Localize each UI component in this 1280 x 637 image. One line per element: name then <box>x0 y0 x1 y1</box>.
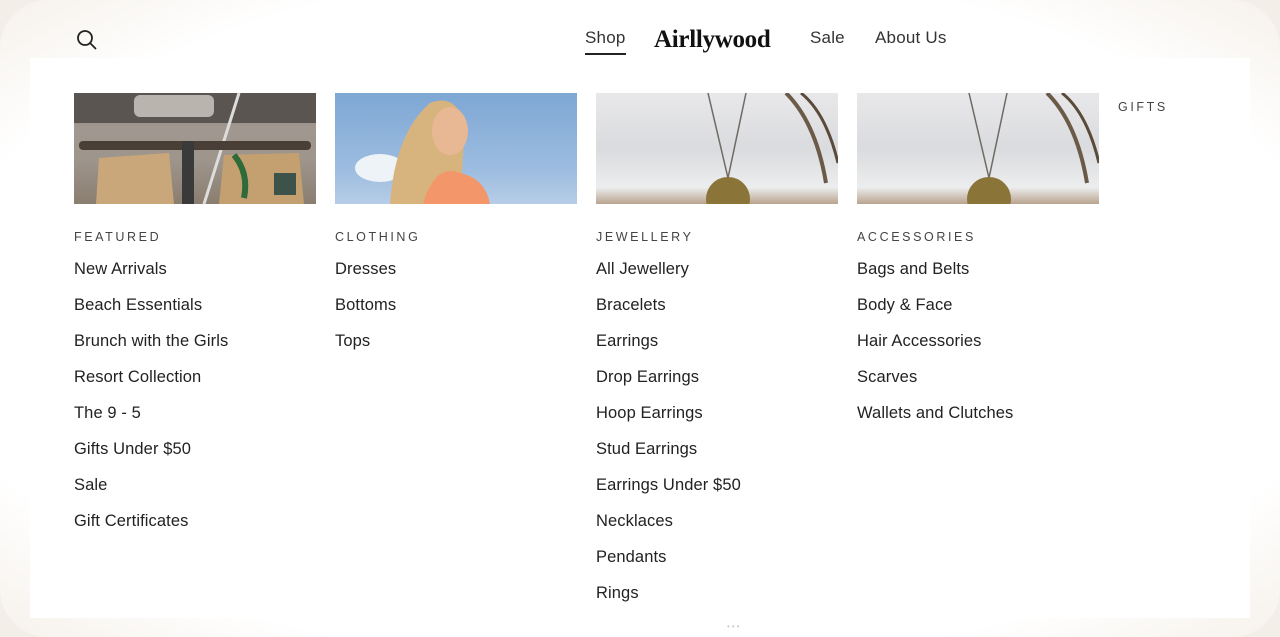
category-heading-accessories[interactable]: ACCESSORIES <box>857 230 1099 244</box>
browser-frame: Shop Airllywood Sale About Us FEATURED N… <box>0 0 1280 637</box>
menu-link[interactable]: Stud Earrings <box>596 438 838 474</box>
clothing-image[interactable] <box>335 93 577 204</box>
menu-column-clothing: CLOTHING Dresses Bottoms Tops <box>335 93 577 366</box>
menu-link[interactable]: Hair Accessories <box>857 330 1099 366</box>
menu-column-featured: FEATURED New Arrivals Beach Essentials B… <box>74 93 316 546</box>
menu-link[interactable]: Dresses <box>335 258 577 294</box>
menu-link[interactable]: Wallets and Clutches <box>857 402 1099 438</box>
menu-link[interactable]: New Arrivals <box>74 258 316 294</box>
accessories-image[interactable] <box>857 93 1099 204</box>
menu-link[interactable]: Sale <box>74 474 316 510</box>
site-logo[interactable]: Airllywood <box>654 26 771 54</box>
featured-image[interactable] <box>74 93 316 204</box>
site-header: Shop Airllywood Sale About Us <box>0 0 1280 58</box>
nav-about-us[interactable]: About Us <box>875 28 947 48</box>
menu-link[interactable]: Gift Certificates <box>74 510 316 546</box>
scroll-indicator: ••• <box>727 622 742 631</box>
menu-link[interactable]: Earrings Under $50 <box>596 474 838 510</box>
menu-link[interactable]: Bottoms <box>335 294 577 330</box>
jewellery-image[interactable] <box>596 93 838 204</box>
menu-link[interactable]: Pendants <box>596 546 838 582</box>
menu-link[interactable]: Bracelets <box>596 294 838 330</box>
menu-link[interactable]: Scarves <box>857 366 1099 402</box>
menu-link[interactable]: Gifts Under $50 <box>74 438 316 474</box>
menu-link[interactable]: Brunch with the Girls <box>74 330 316 366</box>
menu-link[interactable]: Necklaces <box>596 510 838 546</box>
category-heading-clothing[interactable]: CLOTHING <box>335 230 577 244</box>
nav-sale[interactable]: Sale <box>810 28 845 48</box>
category-heading-featured[interactable]: FEATURED <box>74 230 316 244</box>
menu-link[interactable]: Bags and Belts <box>857 258 1099 294</box>
menu-link[interactable]: Hoop Earrings <box>596 402 838 438</box>
menu-link[interactable]: Rings <box>596 582 838 618</box>
search-icon[interactable] <box>76 29 98 51</box>
menu-column-accessories: ACCESSORIES Bags and Belts Body & Face H… <box>857 93 1099 438</box>
menu-link[interactable]: Beach Essentials <box>74 294 316 330</box>
menu-link[interactable]: Resort Collection <box>74 366 316 402</box>
menu-link[interactable]: Body & Face <box>857 294 1099 330</box>
menu-column-jewellery: JEWELLERY All Jewellery Bracelets Earrin… <box>596 93 838 618</box>
menu-link[interactable]: The 9 - 5 <box>74 402 316 438</box>
category-heading-jewellery[interactable]: JEWELLERY <box>596 230 838 244</box>
menu-link[interactable]: All Jewellery <box>596 258 838 294</box>
menu-link[interactable]: Drop Earrings <box>596 366 838 402</box>
menu-link[interactable]: Tops <box>335 330 577 366</box>
nav-shop[interactable]: Shop <box>585 28 626 55</box>
menu-link[interactable]: Earrings <box>596 330 838 366</box>
category-heading-gifts[interactable]: GIFTS <box>1118 100 1168 114</box>
